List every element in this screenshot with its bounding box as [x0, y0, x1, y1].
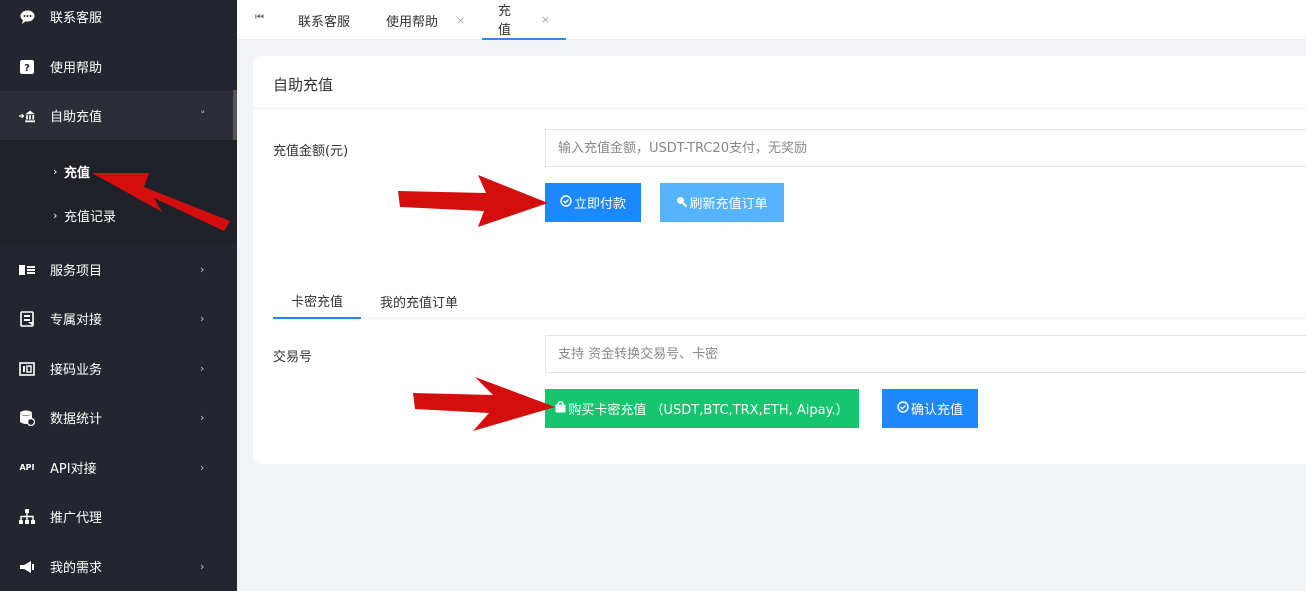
- button-label: 购买卡密充值 （USDT,BTC,TRX,ETH, Aipay.）: [568, 403, 849, 418]
- sidebar-item-label: 使用帮助: [50, 61, 103, 76]
- divider: [253, 108, 1306, 109]
- sidebar-item-label: 自助充值: [50, 110, 103, 125]
- close-icon[interactable]: ×: [541, 13, 550, 26]
- sidebar: 联系客服 ? 使用帮助 自助充值 ˅ › 充值 › 充值记录 服务项目 › 专属…: [0, 0, 237, 591]
- services-icon: [19, 262, 35, 278]
- chevron-right-icon: ›: [200, 263, 205, 276]
- sidebar-item-services[interactable]: 服务项目 ›: [0, 245, 237, 294]
- sidebar-scrollbar[interactable]: [233, 90, 237, 142]
- search-icon: [676, 196, 688, 210]
- recharge-subtabs: 卡密充值 我的充值订单: [273, 284, 1306, 319]
- sidebar-item-label: 专属对接: [50, 313, 103, 328]
- subtab-card-recharge[interactable]: 卡密充值: [273, 284, 361, 319]
- tab-label: 充值: [498, 4, 512, 38]
- close-icon[interactable]: ×: [456, 14, 465, 27]
- sidebar-item-promotion[interactable]: 推广代理: [0, 492, 237, 541]
- tab-recharge[interactable]: 充值 ×: [482, 0, 566, 40]
- tab-contact[interactable]: 联系客服: [298, 0, 350, 40]
- sidebar-item-label: 我的需求: [50, 561, 103, 576]
- sidebar-item-label: 推广代理: [50, 511, 103, 526]
- check-circle-icon: [560, 195, 572, 210]
- sidebar-item-help[interactable]: ? 使用帮助: [0, 42, 237, 91]
- chevron-right-icon: ›: [200, 411, 205, 424]
- recharge-icon: [19, 108, 35, 124]
- sidebar-item-label: 数据统计: [50, 412, 103, 427]
- pay-now-button[interactable]: 立即付款: [545, 183, 641, 222]
- code-icon: [19, 361, 35, 377]
- subtab-label: 卡密充值: [290, 295, 343, 310]
- red-arrow-icon: [398, 175, 548, 227]
- sidebar-item-label: 联系客服: [50, 11, 103, 26]
- sidebar-item-label: 接码业务: [50, 363, 103, 378]
- button-label: 刷新充值订单: [689, 197, 768, 212]
- sidebar-item-exclusive[interactable]: 专属对接 ›: [0, 294, 237, 343]
- confirm-recharge-button[interactable]: 确认充值: [882, 389, 978, 428]
- refresh-orders-button[interactable]: 刷新充值订单: [660, 183, 784, 222]
- chevron-right-icon: ›: [53, 164, 58, 178]
- first-page-icon[interactable]: ⏮: [255, 12, 264, 23]
- sidebar-item-label: 服务项目: [50, 264, 103, 279]
- sidebar-item-api[interactable]: API API对接 ›: [0, 443, 237, 492]
- tab-bar: ⏮ 联系客服 使用帮助 × 充值 ×: [237, 0, 1306, 40]
- chevron-right-icon: ›: [200, 560, 205, 573]
- check-circle-icon: [897, 401, 909, 416]
- chevron-right-icon: ›: [53, 208, 58, 222]
- sidebar-subitem-label: 充值: [64, 165, 91, 181]
- buy-card-button[interactable]: 购买卡密充值 （USDT,BTC,TRX,ETH, Aipay.）: [545, 389, 859, 428]
- recharge-card: 自助充值 充值金额(元) 立即付款 刷新充值订单 卡密充值 我的充值订单 交易号…: [253, 56, 1306, 464]
- chevron-right-icon: ›: [200, 312, 205, 325]
- button-label: 立即付款: [573, 197, 626, 212]
- amount-input[interactable]: [545, 129, 1306, 167]
- database-icon: [19, 410, 35, 426]
- txn-label: 交易号: [273, 350, 313, 365]
- txn-input[interactable]: [545, 335, 1306, 373]
- chevron-down-icon: ˅: [200, 109, 206, 122]
- red-arrow-icon: [92, 173, 230, 231]
- tab-label: 联系客服: [298, 14, 351, 30]
- megaphone-icon: [19, 559, 35, 575]
- red-arrow-icon: [413, 377, 555, 431]
- sidebar-item-code[interactable]: 接码业务 ›: [0, 344, 237, 393]
- chat-icon: [19, 9, 35, 25]
- svg-text:?: ?: [24, 63, 30, 74]
- button-label: 确认充值: [910, 403, 963, 418]
- sidebar-item-self-recharge[interactable]: 自助充值 ˅: [0, 91, 237, 140]
- chevron-right-icon: ›: [200, 362, 205, 375]
- api-icon: API: [19, 463, 35, 472]
- sidebar-item-contact[interactable]: 联系客服: [0, 0, 237, 41]
- amount-label: 充值金额(元): [273, 144, 349, 159]
- tab-help[interactable]: 使用帮助 ×: [386, 0, 465, 40]
- sidebar-item-stats[interactable]: 数据统计 ›: [0, 393, 237, 442]
- sidebar-item-my-requests[interactable]: 我的需求 ›: [0, 542, 237, 591]
- connect-icon: [19, 310, 35, 327]
- subtab-my-orders[interactable]: 我的充值订单: [361, 284, 477, 319]
- sitemap-icon: [19, 508, 35, 525]
- tab-label: 使用帮助: [386, 14, 439, 30]
- shopping-bag-icon: [555, 401, 566, 416]
- sidebar-item-label: API对接: [50, 462, 97, 477]
- help-icon: ?: [19, 59, 35, 75]
- subtab-label: 我的充值订单: [379, 296, 458, 311]
- card-title: 自助充值: [273, 76, 334, 94]
- chevron-right-icon: ›: [200, 461, 205, 474]
